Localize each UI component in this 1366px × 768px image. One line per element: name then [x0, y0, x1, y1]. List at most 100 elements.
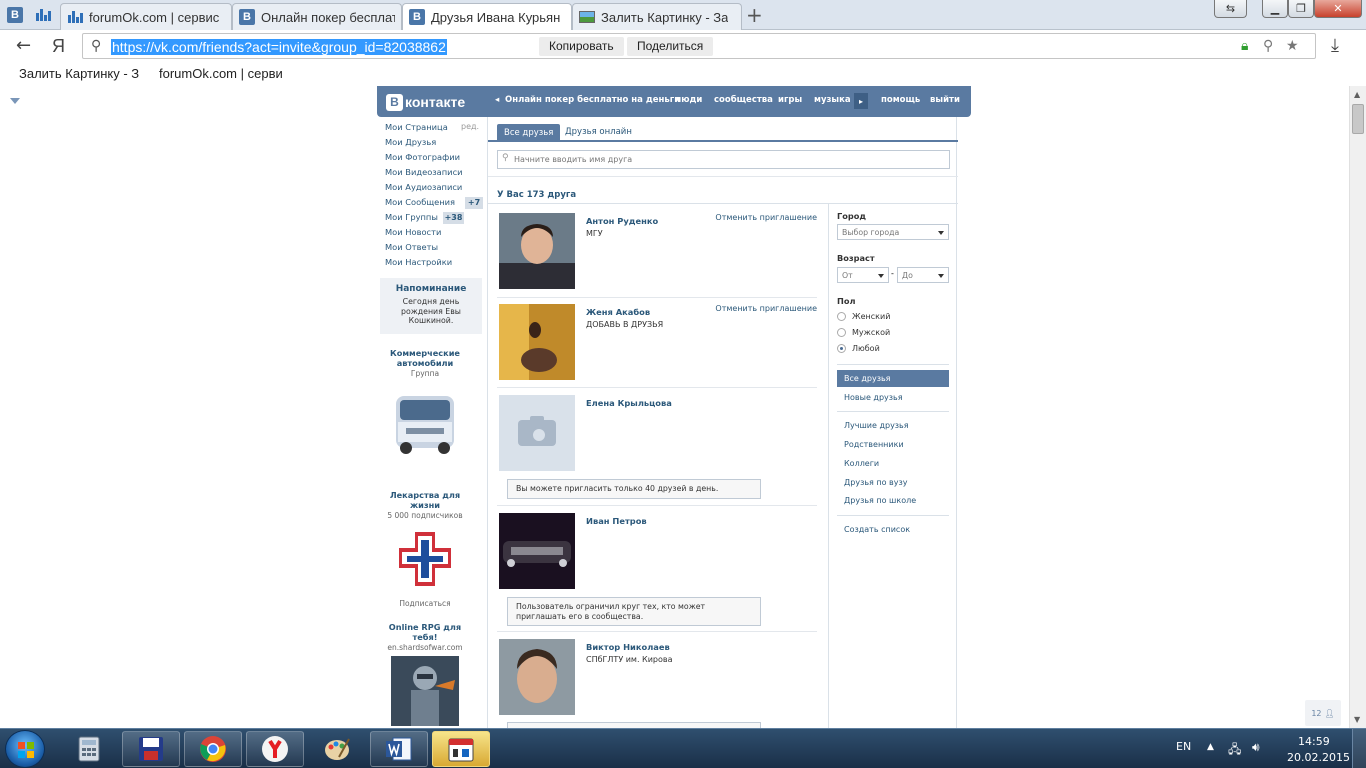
dropdown-arrow-icon: [938, 231, 944, 235]
ad-medicines[interactable]: Лекарства для жизни 5 000 подписчиков По…: [385, 490, 465, 608]
sidebar-item-settings[interactable]: Мои Настройки: [385, 257, 452, 267]
friend-name[interactable]: Виктор Николаев: [586, 642, 670, 652]
taskbar-word[interactable]: [370, 731, 428, 767]
page-counter-widget[interactable]: 12 👤︎: [1305, 700, 1341, 726]
sidebar-item-my-page[interactable]: Мои Страница: [385, 122, 448, 132]
pinned-tab-forumok[interactable]: [31, 3, 55, 27]
nav-music[interactable]: музыка: [814, 95, 851, 105]
bookmark-forumok[interactable]: forumOk.com | серви: [159, 66, 287, 81]
nav-communities[interactable]: сообщества: [714, 95, 773, 105]
taskbar-yandex[interactable]: [246, 731, 304, 767]
tab-title: Друзья Ивана Курьян: [431, 9, 561, 25]
start-button[interactable]: [5, 730, 45, 768]
filter-colleagues[interactable]: Коллеги: [837, 455, 949, 472]
minimize-button[interactable]: ▁: [1262, 0, 1288, 18]
nav-people[interactable]: люди: [675, 95, 702, 105]
sidebar-item-answers[interactable]: Мои Ответы: [385, 242, 438, 252]
scroll-thumb[interactable]: [1352, 104, 1364, 134]
create-list-link[interactable]: Создать список: [837, 521, 949, 538]
tab-poker[interactable]: B Онлайн покер бесплат: [232, 3, 402, 30]
sidebar-item-news[interactable]: Мои Новости: [385, 227, 441, 237]
sidebar-item-groups[interactable]: Мои Группы: [385, 212, 438, 222]
city-select[interactable]: Выбор города: [837, 224, 949, 240]
friend-name[interactable]: Иван Петров: [586, 516, 647, 526]
clock-time[interactable]: 14:59: [1298, 735, 1330, 748]
filter-new-friends[interactable]: Новые друзья: [837, 389, 949, 406]
yandex-logo-icon[interactable]: Я: [52, 37, 65, 55]
star-icon[interactable]: ★: [1286, 38, 1299, 54]
ad-online-rpg[interactable]: Online RPG для тебя! en.shardsofwar.com: [385, 622, 465, 728]
cancel-invite-link[interactable]: Отменить приглашение: [715, 213, 817, 222]
filter-all-friends[interactable]: Все друзья: [837, 370, 949, 387]
messages-badge[interactable]: +7: [465, 197, 483, 209]
tab-all-friends[interactable]: Все друзья: [497, 124, 561, 142]
friend-name[interactable]: Женя Акабов: [586, 307, 650, 317]
subscribe-link[interactable]: Подписаться: [385, 599, 465, 608]
input-language[interactable]: EN: [1176, 740, 1191, 753]
tray-expand-icon[interactable]: ▲: [1207, 742, 1214, 752]
vk-logo[interactable]: B контакте: [386, 93, 465, 111]
copy-button[interactable]: Копировать: [539, 37, 624, 56]
page-scrollbar[interactable]: ▲ ▼: [1349, 86, 1366, 728]
new-tab-button[interactable]: +: [746, 5, 763, 25]
nav-left-arrow-icon[interactable]: ◂: [495, 95, 499, 105]
friend-name[interactable]: Антон Руденко: [586, 216, 658, 226]
share-button[interactable]: Поделиться: [627, 37, 714, 56]
nav-games[interactable]: игры: [778, 95, 802, 105]
filter-relatives[interactable]: Родственники: [837, 436, 949, 453]
clock-date[interactable]: 20.02.2015: [1287, 751, 1350, 764]
tab-friends-active[interactable]: B Друзья Ивана Курьян: [402, 3, 572, 30]
taskbar-calculator[interactable]: [60, 731, 118, 767]
close-window-button[interactable]: ✕: [1314, 0, 1362, 18]
friend-search-input[interactable]: ⚲ Начните вводить имя друга: [497, 150, 950, 169]
friend-avatar-placeholder[interactable]: [499, 395, 575, 471]
sidebar-item-photos[interactable]: Мои Фотографии: [385, 152, 460, 162]
taskbar-chrome[interactable]: [184, 731, 242, 767]
nav-logout[interactable]: выйти: [930, 95, 960, 105]
cancel-invite-link[interactable]: Отменить приглашение: [715, 304, 817, 313]
filter-best-friends[interactable]: Лучшие друзья: [837, 417, 949, 434]
show-desktop-button[interactable]: [1352, 729, 1366, 768]
url-text[interactable]: https://vk.com/friends?act=invite&group_…: [111, 39, 447, 55]
back-arrow-icon[interactable]: ←: [16, 37, 31, 55]
groups-badge[interactable]: +38: [443, 212, 464, 224]
maximize-button[interactable]: ❐: [1288, 0, 1314, 18]
sidebar-item-messages[interactable]: Мои Сообщения: [385, 197, 455, 207]
scroll-down-icon[interactable]: ▼: [1354, 715, 1360, 724]
sidebar-item-videos[interactable]: Мои Видеозаписи: [385, 167, 463, 177]
taskbar-paint[interactable]: [308, 731, 366, 767]
taskbar-disk[interactable]: [122, 731, 180, 767]
page-menu-arrow-icon[interactable]: [10, 98, 20, 104]
nav-help[interactable]: помощь: [881, 95, 920, 105]
age-from-select[interactable]: От: [837, 267, 889, 283]
edit-menu-link[interactable]: ред.: [461, 122, 479, 131]
tab-upload-image[interactable]: Залить Картинку - За: [572, 3, 742, 30]
window-switch-button[interactable]: ⇆: [1214, 0, 1247, 18]
friend-avatar[interactable]: [499, 304, 575, 380]
filter-school[interactable]: Друзья по школе: [837, 492, 949, 509]
network-icon[interactable]: 🖧︎: [1228, 740, 1241, 761]
nav-more-arrow-icon[interactable]: ▸: [854, 93, 868, 109]
bookmark-upload-image[interactable]: Залить Картинку - З: [19, 66, 147, 81]
filter-university[interactable]: Друзья по вузу: [837, 474, 949, 491]
tab-friends-online[interactable]: Друзья онлайн: [565, 127, 632, 137]
scroll-up-icon[interactable]: ▲: [1354, 90, 1360, 99]
address-bar[interactable]: ⚲ https://vk.com/friends?act=invite&grou…: [82, 33, 1316, 59]
taskbar-calendar-active[interactable]: [432, 731, 490, 767]
sidebar-item-audio[interactable]: Мои Аудиозаписи: [385, 182, 462, 192]
ad-commercial-vehicles[interactable]: Коммерческие автомобили Группа: [385, 348, 465, 463]
friend-name[interactable]: Елена Крыльцова: [586, 398, 672, 408]
friend-avatar[interactable]: [499, 513, 575, 589]
age-to-select[interactable]: До: [897, 267, 949, 283]
pinned-tab-vk[interactable]: B: [3, 3, 27, 27]
volume-icon[interactable]: 🔊︎: [1252, 740, 1260, 755]
download-icon[interactable]: ⤓: [1331, 37, 1339, 55]
friends-tabs: Все друзья Друзья онлайн: [488, 117, 958, 142]
nav-promo-link[interactable]: Онлайн покер бесплатно на деньги: [505, 95, 680, 105]
birthday-reminder[interactable]: Напоминание Сегодня день рождения Евы Ко…: [380, 278, 482, 334]
zoom-icon[interactable]: ⚲: [1263, 38, 1273, 54]
sidebar-item-friends[interactable]: Мои Друзья: [385, 137, 436, 147]
tab-forumok[interactable]: forumOk.com | сервис: [60, 3, 232, 30]
friend-avatar[interactable]: [499, 639, 575, 715]
friend-avatar[interactable]: [499, 213, 575, 289]
